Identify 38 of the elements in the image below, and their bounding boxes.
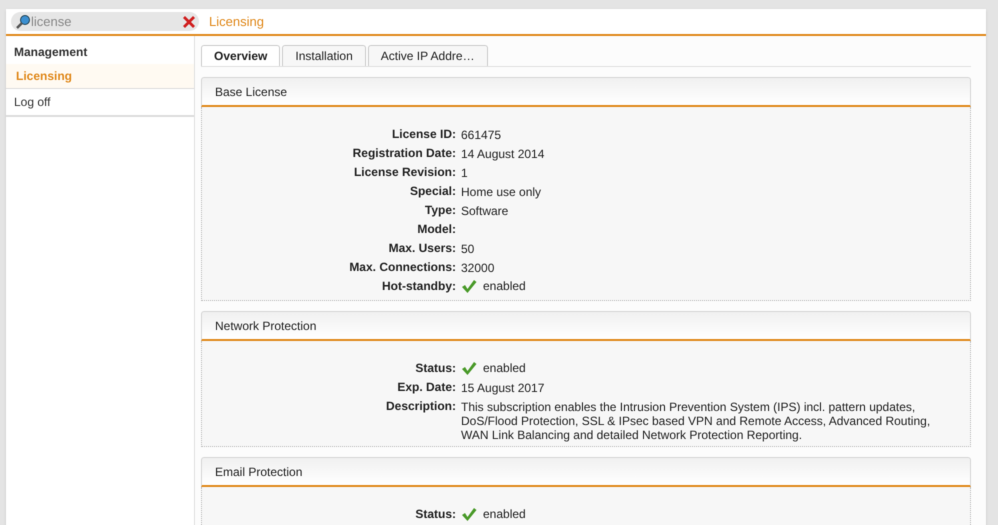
- field-label: License Revision:: [352, 164, 457, 181]
- field-value: enabled: [483, 279, 526, 294]
- field-value: Home use only: [461, 185, 542, 199]
- tab[interactable]: Installation: [282, 45, 366, 66]
- search-icon: [15, 14, 31, 30]
- field-label: Max. Connections:: [348, 259, 457, 276]
- panel-header: Base License: [201, 77, 971, 107]
- field-label: Exp. Date:: [396, 379, 457, 396]
- field-label: Max. Users:: [388, 240, 457, 257]
- panel-header: Network Protection: [201, 311, 971, 341]
- field-label: Hot-standby:: [381, 278, 457, 295]
- field-value: 15 August 2017: [461, 381, 546, 395]
- tab[interactable]: Overview: [201, 45, 280, 66]
- clear-icon[interactable]: [183, 16, 195, 28]
- field-label: Model:: [416, 221, 457, 238]
- field-value: 1: [461, 166, 469, 180]
- field-label: Type:: [424, 202, 457, 219]
- field-value: 32000: [461, 261, 496, 275]
- panel-header: Email Protection: [201, 457, 971, 487]
- field-value: 50: [461, 242, 476, 256]
- field-label: License ID:: [390, 126, 457, 143]
- checkmark-icon: [461, 507, 477, 522]
- field-value: Software: [461, 204, 510, 218]
- field-label: Status:: [414, 506, 457, 523]
- field-value: enabled: [483, 507, 526, 522]
- field-label: Registration Date:: [352, 145, 457, 162]
- field-value: 14 August 2014: [461, 147, 546, 161]
- field-label: Special:: [408, 183, 457, 200]
- tab[interactable]: Active IP Addre…: [368, 45, 488, 66]
- field-value: This subscription enables the Intrusion Prevention System (IPS) incl. pattern updates, DoS/Flood Protection, SSL & IPsec based VPN and Remote Access, Advanced Routing, WAN Link Balancing and detailed Network Protection Reporting.: [461, 400, 932, 442]
- field-label: Status:: [414, 360, 457, 377]
- checkmark-icon: [461, 361, 477, 376]
- sidebar-heading: Management: [13, 44, 88, 61]
- field-label: Description:: [384, 398, 457, 415]
- checkmark-icon: [461, 279, 477, 294]
- breadcrumb: Licensing: [209, 12, 264, 31]
- field-value: 661475: [461, 128, 502, 142]
- field-value: enabled: [483, 361, 526, 376]
